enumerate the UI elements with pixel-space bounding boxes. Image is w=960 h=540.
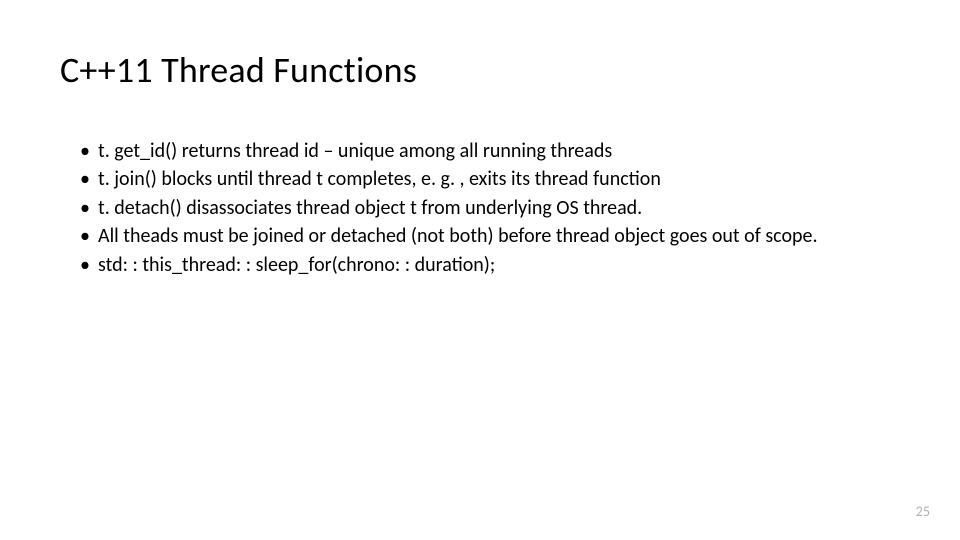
list-item: All theads must be joined or detached (n… xyxy=(80,223,900,249)
list-item: t. join() blocks until thread t complete… xyxy=(80,166,900,192)
list-item: t. get_id() returns thread id – unique a… xyxy=(80,138,900,164)
bullet-list: t. get_id() returns thread id – unique a… xyxy=(60,138,900,278)
page-number: 25 xyxy=(916,503,930,520)
slide-title: C++11 Thread Functions xyxy=(60,48,900,92)
list-item: t. detach() disassociates thread object … xyxy=(80,195,900,221)
list-item: std: : this_thread: : sleep_for(chrono: … xyxy=(80,252,900,278)
slide: C++11 Thread Functions t. get_id() retur… xyxy=(0,0,960,540)
